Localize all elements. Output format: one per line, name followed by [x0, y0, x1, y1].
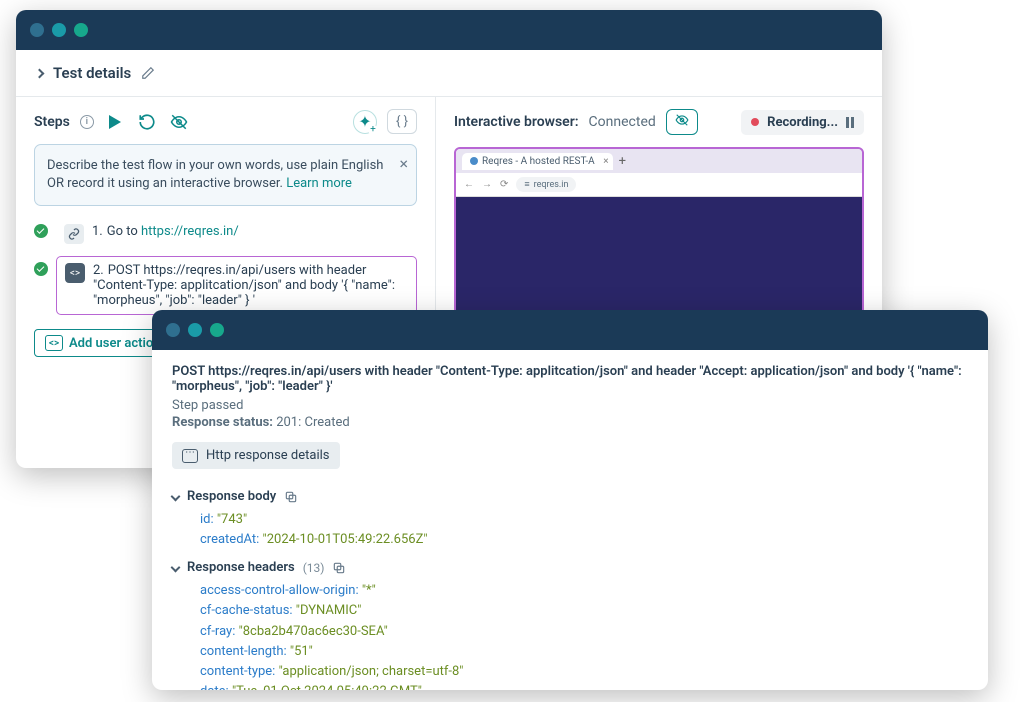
record-dot-icon [751, 118, 759, 126]
browser-title: Interactive browser: [454, 114, 579, 130]
info-banner: Describe the test flow in your own words… [34, 144, 417, 206]
close-icon[interactable]: × [399, 153, 408, 175]
copy-icon[interactable] [332, 561, 346, 575]
add-user-action-button[interactable]: <> Add user action [34, 329, 172, 357]
response-body: id: "743" createdAt: "2024-10-01T05:49:2… [172, 510, 968, 550]
steps-label: Steps [34, 114, 70, 130]
chevron-down-icon [171, 563, 181, 573]
chevron-down-icon [171, 492, 181, 502]
response-headers-header[interactable]: Response headers (13) [172, 560, 968, 575]
response-body-header[interactable]: Response body [172, 489, 968, 504]
link-icon [64, 224, 84, 244]
response-details-button[interactable]: Http response details [172, 442, 340, 469]
step-row[interactable]: 1.Go to https://reqres.in/ [34, 218, 417, 250]
back-button[interactable]: ← [464, 179, 474, 190]
code-add-icon: <> [45, 335, 63, 351]
result-title: POST https://reqres.in/api/users with he… [172, 364, 968, 394]
titlebar [152, 310, 988, 350]
response-status-label: Response status: [172, 415, 273, 430]
connection-status: Connected [589, 114, 656, 130]
tab-strip: Reqres - A hosted REST-A × + [456, 149, 862, 173]
url-bar: ← → ⟳ ≡reqres.in [456, 173, 862, 197]
reload-button[interactable] [136, 111, 158, 133]
window-dot [188, 323, 202, 337]
chevron-right-icon [35, 68, 45, 78]
titlebar [16, 10, 882, 50]
url-input[interactable]: ≡reqres.in [516, 177, 576, 192]
step-passed: Step passed [172, 398, 968, 413]
reload-button[interactable]: ⟳ [500, 179, 508, 190]
learn-more-link[interactable]: Learn more [286, 176, 352, 191]
step-url[interactable]: https://reqres.in/ [141, 224, 239, 239]
check-icon [34, 262, 48, 276]
info-icon[interactable]: i [80, 115, 94, 129]
test-details-header[interactable]: Test details [16, 50, 882, 97]
play-button[interactable] [104, 111, 126, 133]
new-tab-button[interactable]: + [619, 154, 626, 169]
window-dot [210, 323, 224, 337]
pencil-icon[interactable] [141, 66, 155, 80]
eye-off-icon[interactable] [168, 111, 190, 133]
window-dot [74, 23, 88, 37]
check-icon [34, 224, 48, 238]
window-dot [30, 23, 44, 37]
page-title: Test details [53, 64, 131, 82]
code-block-icon [182, 449, 198, 463]
step-row[interactable]: <> 2.POST https://reqres.in/api/users wi… [34, 256, 417, 315]
recording-badge[interactable]: Recording... [741, 110, 864, 135]
ai-sparkle-button[interactable]: ✦ [353, 110, 377, 134]
forward-button[interactable]: → [482, 179, 492, 190]
window-dot [52, 23, 66, 37]
browser-tab[interactable]: Reqres - A hosted REST-A × [462, 153, 613, 170]
code-icon: <> [65, 263, 85, 283]
close-tab-icon[interactable]: × [603, 156, 608, 167]
pause-icon[interactable] [846, 117, 854, 128]
result-window: POST https://reqres.in/api/users with he… [152, 310, 988, 690]
response-headers: access-control-allow-origin: "*" cf-cach… [172, 581, 968, 690]
eye-off-button[interactable] [666, 109, 698, 135]
response-status-value: 201: Created [276, 415, 349, 430]
braces-button[interactable]: { } [387, 109, 417, 134]
window-dot [166, 323, 180, 337]
favicon-icon [470, 157, 478, 165]
copy-icon[interactable] [284, 490, 298, 504]
